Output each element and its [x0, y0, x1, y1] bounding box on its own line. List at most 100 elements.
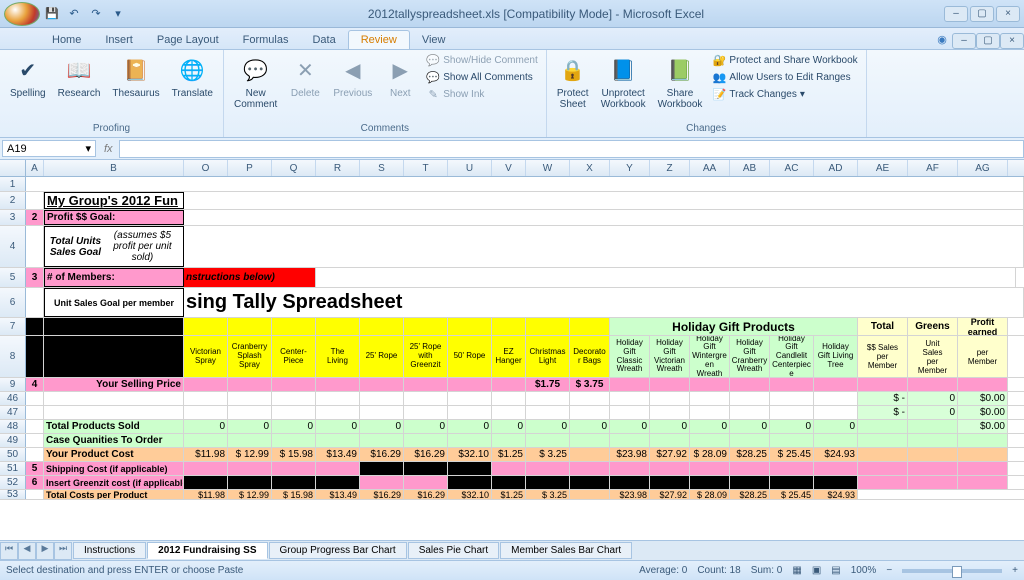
cell[interactable]: 0: [908, 392, 958, 405]
col-header-AE[interactable]: AE: [858, 160, 908, 176]
cell[interactable]: $16.29: [360, 448, 404, 461]
cell[interactable]: [858, 378, 908, 391]
protect-sheet-button[interactable]: 🔒Protect Sheet: [553, 52, 593, 112]
cell[interactable]: [492, 434, 526, 447]
cell[interactable]: Profit $$ Goal:: [44, 210, 184, 225]
cell[interactable]: sing Tally Spreadsheet: [184, 288, 684, 317]
cell[interactable]: [570, 448, 610, 461]
cell[interactable]: Insert Greenzit cost (if applicable): [44, 476, 184, 489]
cell[interactable]: [814, 392, 858, 405]
cell[interactable]: Christmas Light: [526, 336, 570, 377]
cell[interactable]: [272, 476, 316, 489]
cell[interactable]: [228, 378, 272, 391]
cell[interactable]: $1.25: [492, 490, 526, 499]
row-header-49[interactable]: 49: [0, 434, 26, 447]
cell[interactable]: Unit Sales Goal per member: [44, 288, 184, 317]
cell[interactable]: 0: [448, 420, 492, 433]
cell[interactable]: [44, 336, 184, 377]
cell[interactable]: $ 3.25: [526, 490, 570, 499]
cell[interactable]: [770, 392, 814, 405]
cell[interactable]: [650, 462, 690, 475]
col-header-U[interactable]: U: [448, 160, 492, 176]
cell[interactable]: $ 28.09: [690, 448, 730, 461]
cell[interactable]: [526, 392, 570, 405]
cell[interactable]: $ -: [858, 406, 908, 419]
cell[interactable]: [570, 476, 610, 489]
sheet-tab-1[interactable]: 2012 Fundraising SS: [147, 542, 267, 559]
cell[interactable]: $ 25.45: [770, 448, 814, 461]
sheet-tab-0[interactable]: Instructions: [73, 542, 146, 559]
tab-nav-last[interactable]: ⏭: [54, 542, 72, 560]
office-button[interactable]: [4, 2, 40, 26]
showhide-comment-button[interactable]: 💬Show/Hide Comment: [424, 52, 539, 68]
cell[interactable]: # of Members:: [44, 268, 184, 287]
cell[interactable]: [316, 392, 360, 405]
select-all-corner[interactable]: [0, 160, 26, 176]
cell[interactable]: Holiday Gift Cranberry Wreath: [730, 336, 770, 377]
cell[interactable]: $ 25.45: [770, 490, 814, 499]
cell[interactable]: [44, 406, 184, 419]
translate-button[interactable]: 🌐Translate: [168, 52, 217, 101]
share-workbook-button[interactable]: 📗Share Workbook: [654, 52, 707, 112]
formula-bar[interactable]: [119, 140, 1024, 158]
cell[interactable]: $27.92: [650, 448, 690, 461]
cell[interactable]: [908, 434, 958, 447]
showink-button[interactable]: ✎Show Ink: [424, 86, 539, 102]
row-header-53[interactable]: 53: [0, 490, 26, 499]
cell[interactable]: 3: [26, 268, 44, 287]
cell[interactable]: $ 15.98: [272, 490, 316, 499]
cell[interactable]: $ 12.99: [228, 448, 272, 461]
next-comment-button[interactable]: ▶Next: [380, 52, 420, 101]
tab-review[interactable]: Review: [348, 30, 410, 49]
cell[interactable]: EZ Hanger: [492, 336, 526, 377]
col-header-O[interactable]: O: [184, 160, 228, 176]
cell[interactable]: [272, 392, 316, 405]
cell[interactable]: [492, 462, 526, 475]
cell[interactable]: 50' Rope: [448, 336, 492, 377]
cell[interactable]: [316, 434, 360, 447]
cell[interactable]: 0: [526, 420, 570, 433]
cell[interactable]: [184, 392, 228, 405]
cell[interactable]: $0.00: [958, 420, 1008, 433]
cell[interactable]: [610, 406, 650, 419]
cell[interactable]: [404, 378, 448, 391]
cell[interactable]: 0: [570, 420, 610, 433]
cell[interactable]: [448, 318, 492, 335]
cell[interactable]: Your Product Cost: [44, 448, 184, 461]
protect-share-button[interactable]: 🔐Protect and Share Workbook: [710, 52, 859, 68]
unprotect-workbook-button[interactable]: 📘Unprotect Workbook: [597, 52, 650, 112]
cell[interactable]: [228, 462, 272, 475]
cell[interactable]: [814, 476, 858, 489]
doc-minimize-button[interactable]: –: [952, 33, 976, 49]
cell[interactable]: $ 3.25: [526, 448, 570, 461]
cell[interactable]: 0: [360, 420, 404, 433]
cell[interactable]: [814, 406, 858, 419]
row-header-1[interactable]: 1: [0, 177, 26, 191]
cell[interactable]: [316, 318, 360, 335]
cell[interactable]: [26, 192, 44, 209]
cell[interactable]: [316, 406, 360, 419]
cell[interactable]: $1.75: [526, 378, 570, 391]
cell[interactable]: [228, 406, 272, 419]
cell[interactable]: [360, 378, 404, 391]
cell[interactable]: Your Selling Price: [44, 378, 184, 391]
sheet-tab-3[interactable]: Sales Pie Chart: [408, 542, 499, 559]
tab-insert[interactable]: Insert: [93, 31, 145, 49]
cell[interactable]: [858, 434, 908, 447]
cell[interactable]: [730, 406, 770, 419]
cell[interactable]: [228, 434, 272, 447]
cell[interactable]: $13.49: [316, 448, 360, 461]
cell[interactable]: [730, 462, 770, 475]
cell[interactable]: [570, 490, 610, 499]
cell[interactable]: [316, 378, 360, 391]
cell[interactable]: [184, 226, 1024, 267]
cell[interactable]: [526, 406, 570, 419]
sheet-tab-2[interactable]: Group Progress Bar Chart: [269, 542, 407, 559]
cell[interactable]: 25' Rope with Greenzit: [404, 336, 448, 377]
cell[interactable]: 0: [650, 420, 690, 433]
doc-restore-button[interactable]: ▢: [976, 33, 1000, 49]
help-icon[interactable]: ◉: [932, 29, 952, 49]
col-header-W[interactable]: W: [526, 160, 570, 176]
cell[interactable]: [814, 462, 858, 475]
cell[interactable]: $32.10: [448, 490, 492, 499]
